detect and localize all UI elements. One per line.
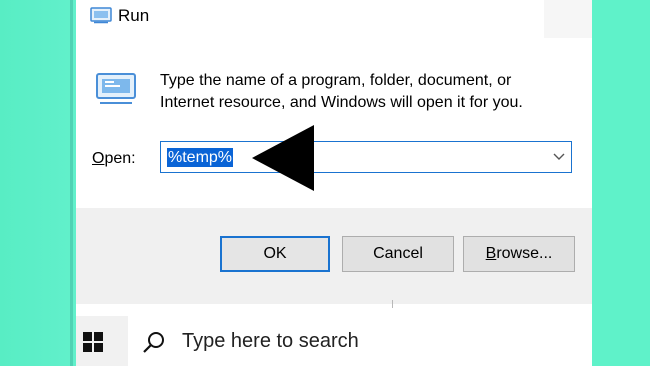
search-placeholder: Type here to search: [182, 330, 359, 352]
run-dialog: Run Type the name of a program, folder, …: [76, 0, 592, 366]
run-program-icon: [96, 73, 136, 104]
title-bar-controls-area: [544, 0, 592, 38]
background-left: [0, 0, 76, 366]
dialog-button-area: OK Cancel Browse...: [76, 208, 592, 304]
browse-button[interactable]: Browse...: [463, 236, 575, 272]
taskbar-search-box[interactable]: Type here to search: [128, 316, 592, 366]
open-input-value[interactable]: %temp%: [167, 148, 234, 167]
description-line-1: Type the name of a program, folder, docu…: [160, 72, 512, 89]
chevron-down-icon[interactable]: [553, 150, 565, 162]
open-label-accelerator: O: [92, 150, 105, 167]
start-button[interactable]: [76, 316, 126, 366]
open-label: Open:: [92, 150, 136, 168]
search-icon: [143, 332, 164, 353]
taskbar: Type here to search: [76, 316, 592, 366]
cancel-button[interactable]: Cancel: [342, 236, 454, 272]
background-right: [592, 0, 650, 366]
background-stripe: [70, 0, 73, 366]
ok-button-label: OK: [263, 245, 287, 262]
arrow-left-icon: [252, 125, 314, 191]
divider: [392, 300, 393, 308]
browse-accelerator: B: [485, 245, 497, 262]
run-icon: [90, 7, 112, 24]
windows-logo-icon: [83, 332, 103, 352]
title-bar[interactable]: Run: [76, 0, 592, 38]
open-label-text: pen:: [104, 150, 136, 167]
cancel-button-label: Cancel: [373, 245, 423, 262]
description-line-2: Internet resource, and Windows will open…: [160, 94, 523, 111]
ok-button[interactable]: OK: [220, 236, 330, 272]
open-combobox[interactable]: %temp%: [160, 141, 572, 173]
window-title: Run: [118, 6, 150, 25]
browse-button-label: rowse...: [496, 245, 553, 262]
dialog-description: Type the name of a program, folder, docu…: [160, 70, 580, 114]
